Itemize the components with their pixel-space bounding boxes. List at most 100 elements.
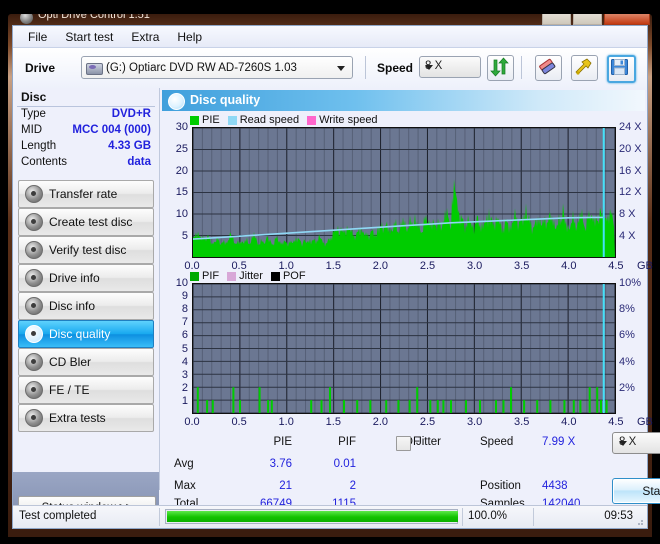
sidebar-item-transfer-rate[interactable]: Transfer rate	[18, 180, 154, 208]
chart1-legend: PIE Read speed Write speed	[190, 114, 383, 126]
chart2-ytick-left: 5	[181, 342, 188, 355]
chart1-xtick: 1.5	[325, 260, 341, 272]
chart1-ytick-right: 4 X	[619, 230, 636, 242]
refresh-arrows-icon[interactable]	[487, 55, 514, 81]
sidebar-item-extra-tests[interactable]: Extra tests	[18, 404, 154, 432]
menu-item-extra[interactable]: Extra	[122, 28, 168, 46]
chart2-ytick-left: 7	[181, 316, 188, 329]
chart2-ytick-right: 10%	[619, 277, 642, 289]
sidebar-item-verify-test-disc[interactable]: Verify test disc	[18, 236, 154, 264]
jitter-checkbox[interactable]	[396, 436, 411, 451]
position-label: Position	[480, 480, 521, 492]
position-value: 4438	[542, 480, 568, 492]
sidebar-item-label: FE / TE	[49, 383, 90, 397]
disc-section-title: Disc	[21, 90, 47, 104]
legend-label: Read speed	[239, 114, 300, 126]
status-separator-2	[462, 508, 463, 526]
stats-avg-pie: 3.76	[269, 458, 292, 470]
stats-max-pif: 2	[349, 480, 356, 492]
start-button[interactable]: Start	[612, 478, 660, 504]
main-panel: Disc quality PIE Read speed Write speed …	[159, 88, 660, 510]
minimize-icon[interactable]	[542, 14, 571, 25]
status-message: Test completed	[19, 510, 97, 522]
chart2-xtick: 0.0	[184, 416, 200, 428]
progress-bar	[165, 509, 458, 524]
chart2-xaxis-unit: GB	[637, 416, 653, 428]
legend-swatch	[270, 271, 280, 281]
legend-label: POF	[282, 270, 306, 282]
disc-fete-icon	[25, 381, 43, 399]
sidebar-item-disc-info[interactable]: Disc info	[18, 292, 154, 320]
speed-select[interactable]: 8 X	[419, 56, 481, 78]
sidebar-item-create-test-disc[interactable]: Create test disc	[18, 208, 154, 236]
page-title: Disc quality	[190, 93, 261, 107]
window-controls	[542, 14, 650, 25]
window-title: Opti Drive Control 1.51	[38, 14, 150, 21]
drive-select[interactable]: (G:) Optiarc DVD RW AD-7260S 1.03	[81, 56, 353, 79]
chart1-xtick: 2.5	[419, 260, 436, 272]
status-separator-3	[533, 508, 534, 526]
sidebar-item-cd-bler[interactable]: CD Bler	[18, 348, 154, 376]
sidebar-item-drive-info[interactable]: Drive info	[18, 264, 154, 292]
disc-section-header: Disc	[17, 88, 155, 107]
pif-chart-plot	[192, 283, 616, 414]
close-icon[interactable]	[604, 14, 650, 25]
floppy-save-icon[interactable]	[607, 55, 636, 83]
maximize-icon[interactable]	[573, 14, 602, 25]
chart2-ytick-left: 8	[181, 303, 188, 316]
tools-icon[interactable]	[571, 55, 598, 81]
result-speed-select[interactable]: 8 X	[612, 432, 660, 454]
chart2-ytick-left: 6	[181, 329, 188, 342]
stats-max-pie: 21	[279, 480, 292, 492]
chart2-xtick: 2.5	[419, 416, 436, 428]
disc-info-row: Length 4.33 GB	[17, 140, 155, 156]
speed-label: Speed	[377, 61, 414, 75]
chart2-xtick: 1.0	[278, 416, 294, 428]
legend-label: Jitter	[239, 270, 263, 282]
chart1-xtick: 2.0	[372, 260, 389, 272]
sidebar-item-disc-quality[interactable]: Disc quality	[18, 320, 154, 348]
chart2-ytick-right: 4%	[619, 355, 635, 368]
sidebar-item-label: Disc info	[49, 299, 96, 313]
chart2-ytick-left: 9	[181, 290, 188, 303]
disc-info-value: 4.33 GB	[108, 140, 151, 152]
chart2-xtick: 3.0	[466, 416, 483, 428]
chart2-xtick: 2.0	[372, 416, 389, 428]
toolbar-separator-1	[365, 56, 366, 79]
panel-header: Disc quality	[162, 90, 645, 111]
screenshot-root: Opti Drive Control 1.51 File Start test …	[0, 0, 660, 544]
chevron-down-icon	[425, 65, 433, 70]
disc-create-icon	[25, 213, 43, 231]
chart1-ytick-left: 25	[175, 142, 188, 155]
disc-info-row: Type DVD+R	[17, 108, 155, 124]
menu-item-file[interactable]: File	[19, 28, 56, 46]
sidebar-item-label: CD Bler	[49, 355, 92, 369]
chart2-legend: PIF Jitter POF	[190, 270, 311, 282]
disc-info-row: MID MCC 004 (000)	[17, 124, 155, 140]
status-separator-1	[159, 508, 160, 526]
chart1-ytick-left: 5	[181, 230, 188, 242]
sidebar-item-fe-te[interactable]: FE / TE	[18, 376, 154, 404]
chart2-ytick-left: 4	[181, 355, 188, 368]
menu-item-help[interactable]: Help	[168, 28, 211, 46]
chevron-down-icon	[337, 66, 345, 71]
resize-grip-icon[interactable]	[634, 516, 644, 526]
menu-item-start-test[interactable]: Start test	[56, 28, 122, 46]
jitter-label: Jitter	[416, 436, 441, 448]
toolbar: Drive (G:) Optiarc DVD RW AD-7260S 1.03 …	[13, 48, 647, 89]
chart1-xtick: 4.0	[561, 260, 577, 272]
sidebar-item-label: Extra tests	[49, 411, 106, 425]
stats-header-pie: PIE	[273, 436, 292, 448]
chart1-xtick: 4.5	[608, 260, 624, 272]
chart2-ytick-left: 2	[181, 381, 188, 394]
disc-info-value: data	[127, 156, 151, 168]
chart2-ytick-left: 1	[181, 394, 188, 407]
chart1-ytick-right: 24 X	[619, 121, 642, 133]
disc-info-value: MCC 004 (000)	[72, 124, 151, 136]
eraser-icon[interactable]	[535, 55, 562, 81]
disc-info-key: Type	[21, 108, 46, 120]
stats-row-label-avg: Avg	[174, 458, 194, 470]
legend-swatch	[190, 115, 199, 125]
chart1-ytick-right: 16 X	[619, 164, 642, 177]
chart1-ytick-left: 20	[175, 164, 188, 177]
